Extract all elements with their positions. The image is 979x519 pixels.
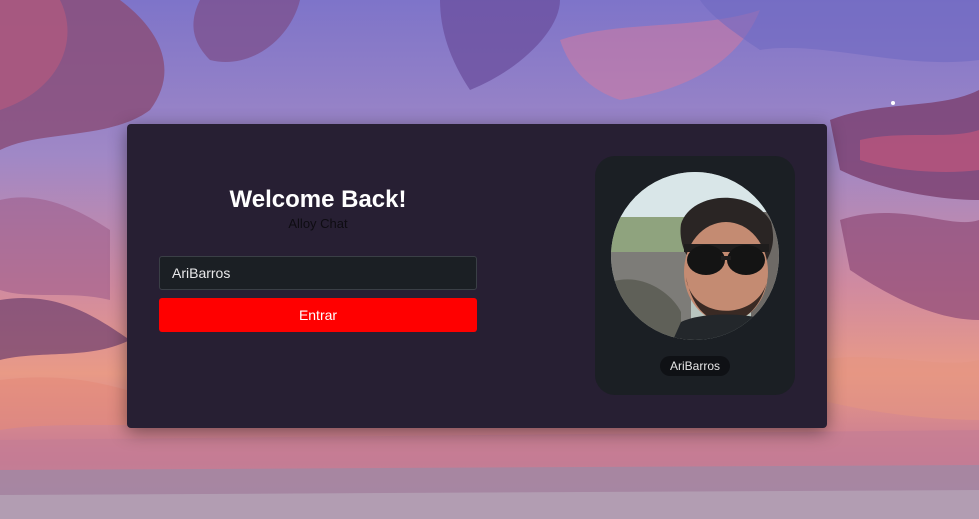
- user-avatar-icon: [611, 172, 779, 340]
- login-card: Welcome Back! Alloy Chat Entrar: [127, 124, 827, 428]
- app-subtitle: Alloy Chat: [288, 216, 348, 231]
- login-page: Welcome Back! Alloy Chat Entrar: [0, 0, 979, 519]
- welcome-title: Welcome Back!: [229, 186, 407, 213]
- username-input[interactable]: [159, 256, 477, 290]
- profile-preview: AriBarros: [595, 156, 795, 395]
- profile-name-badge: AriBarros: [659, 356, 731, 376]
- enter-button[interactable]: Entrar: [159, 298, 477, 332]
